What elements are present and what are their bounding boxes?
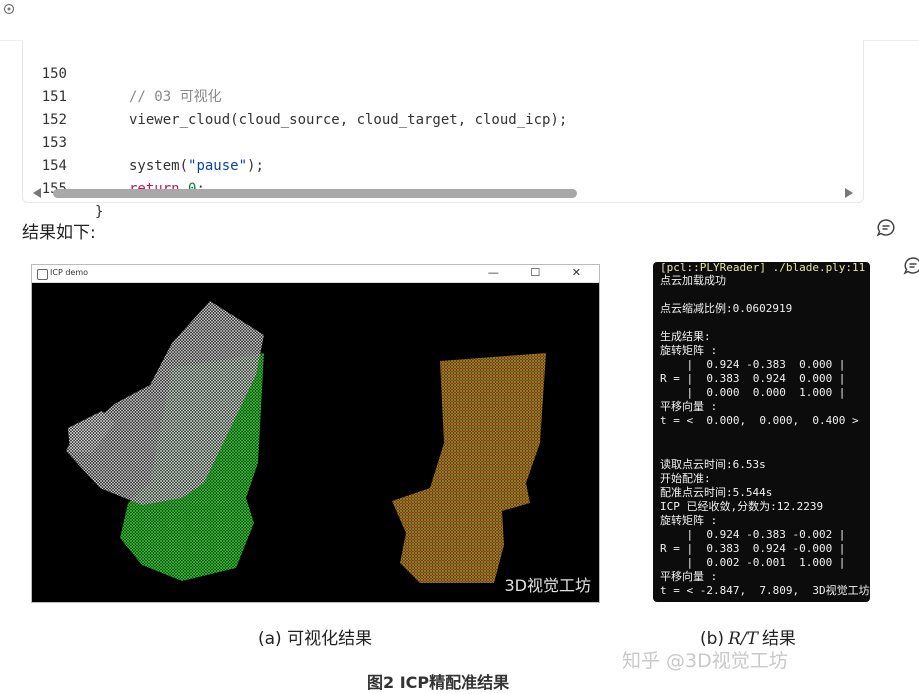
- comment-icon[interactable]: [903, 256, 919, 276]
- code-line: 153 system("pause");: [23, 109, 264, 174]
- code-fn: system(: [129, 158, 189, 174]
- terminal-line: 点云缩减比例:0.0602919: [660, 302, 793, 315]
- terminal-line: R = | 0.383 0.924 0.000 |: [660, 372, 846, 385]
- terminal-line: | 0.002 -0.001 1.000 |: [660, 556, 846, 569]
- terminal-line: 旋转矩阵 :: [660, 344, 718, 357]
- code-line: 154 return 0;: [23, 132, 205, 197]
- icp-cloud: [392, 353, 546, 583]
- terminal-line: ICP 已经收敛,分数为:12.2239: [660, 500, 824, 513]
- code-text: }: [95, 204, 104, 220]
- code-line: 155 }: [23, 155, 104, 220]
- terminal-line: | 0.924 -0.383 0.000 |: [660, 358, 846, 371]
- terminal-line: t = < -2.847, 7.809, 3D视觉工坊: [660, 584, 870, 597]
- point-cloud-render: [66, 301, 546, 583]
- platform-watermark: 知乎 @3D视觉工坊: [622, 650, 788, 672]
- code-string: "pause": [188, 158, 248, 174]
- terminal-line: R = | 0.383 0.924 -0.000 |: [660, 542, 846, 555]
- terminal-line: 开始配准:: [660, 472, 711, 485]
- code-punct: );: [247, 158, 264, 174]
- comment-icon[interactable]: [876, 218, 896, 238]
- app-icon: [37, 269, 48, 280]
- scroll-right-icon[interactable]: [845, 188, 853, 198]
- gear-icon[interactable]: [3, 3, 15, 15]
- scrollbar-thumb[interactable]: [53, 189, 577, 198]
- terminal-line: 配准点云时间:5.544s: [660, 486, 773, 499]
- code-line: 150 // 03 可视化: [23, 40, 222, 105]
- terminal-line: | 0.000 0.000 1.000 |: [660, 386, 846, 399]
- icp-viewer-window: ICP demo — ☐ ✕ 3D视觉工坊: [31, 264, 600, 603]
- code-block: 150 // 03 可视化 151 viewer_cloud(cloud_sou…: [22, 40, 864, 220]
- terminal-line: 平移向量 :: [660, 400, 718, 413]
- window-title: ICP demo: [50, 268, 88, 277]
- code-text: system("pause");: [129, 155, 264, 178]
- caption-a: (a) 可视化结果: [258, 629, 373, 649]
- code-text: viewer_cloud(cloud_source, cloud_target,…: [129, 112, 568, 128]
- figure-caption: 图2 ICP精配准结果: [367, 673, 510, 692]
- terminal-line: 点云加载成功: [660, 274, 726, 287]
- horizontal-scrollbar[interactable]: [31, 186, 855, 200]
- code-line: 152: [23, 86, 67, 128]
- terminal-line: t = < 0.000, 0.000, 0.400 >: [660, 414, 859, 427]
- terminal-line: 平移向量 :: [660, 570, 718, 583]
- terminal-line: 旋转矩阵 :: [660, 514, 718, 527]
- result-heading: 结果如下:: [22, 223, 96, 243]
- code-text: // 03 可视化: [129, 89, 222, 105]
- code-line: 151 viewer_cloud(cloud_source, cloud_tar…: [23, 63, 568, 128]
- terminal-line: 生成结果:: [660, 330, 711, 343]
- window-titlebar: ICP demo — ☐ ✕: [32, 265, 599, 283]
- top-bar: [0, 0, 919, 41]
- terminal-line: 读取点云时间:6.53s: [660, 458, 766, 471]
- scroll-left-icon[interactable]: [33, 188, 41, 198]
- terminal-line: | 0.924 -0.383 -0.002 |: [660, 528, 846, 541]
- terminal-window: [pcl::PLYReader] ./blade.ply:11 点云加载成功 点…: [653, 262, 870, 602]
- watermark: 3D视觉工坊: [504, 576, 591, 595]
- window-controls[interactable]: — ☐ ✕: [488, 266, 595, 279]
